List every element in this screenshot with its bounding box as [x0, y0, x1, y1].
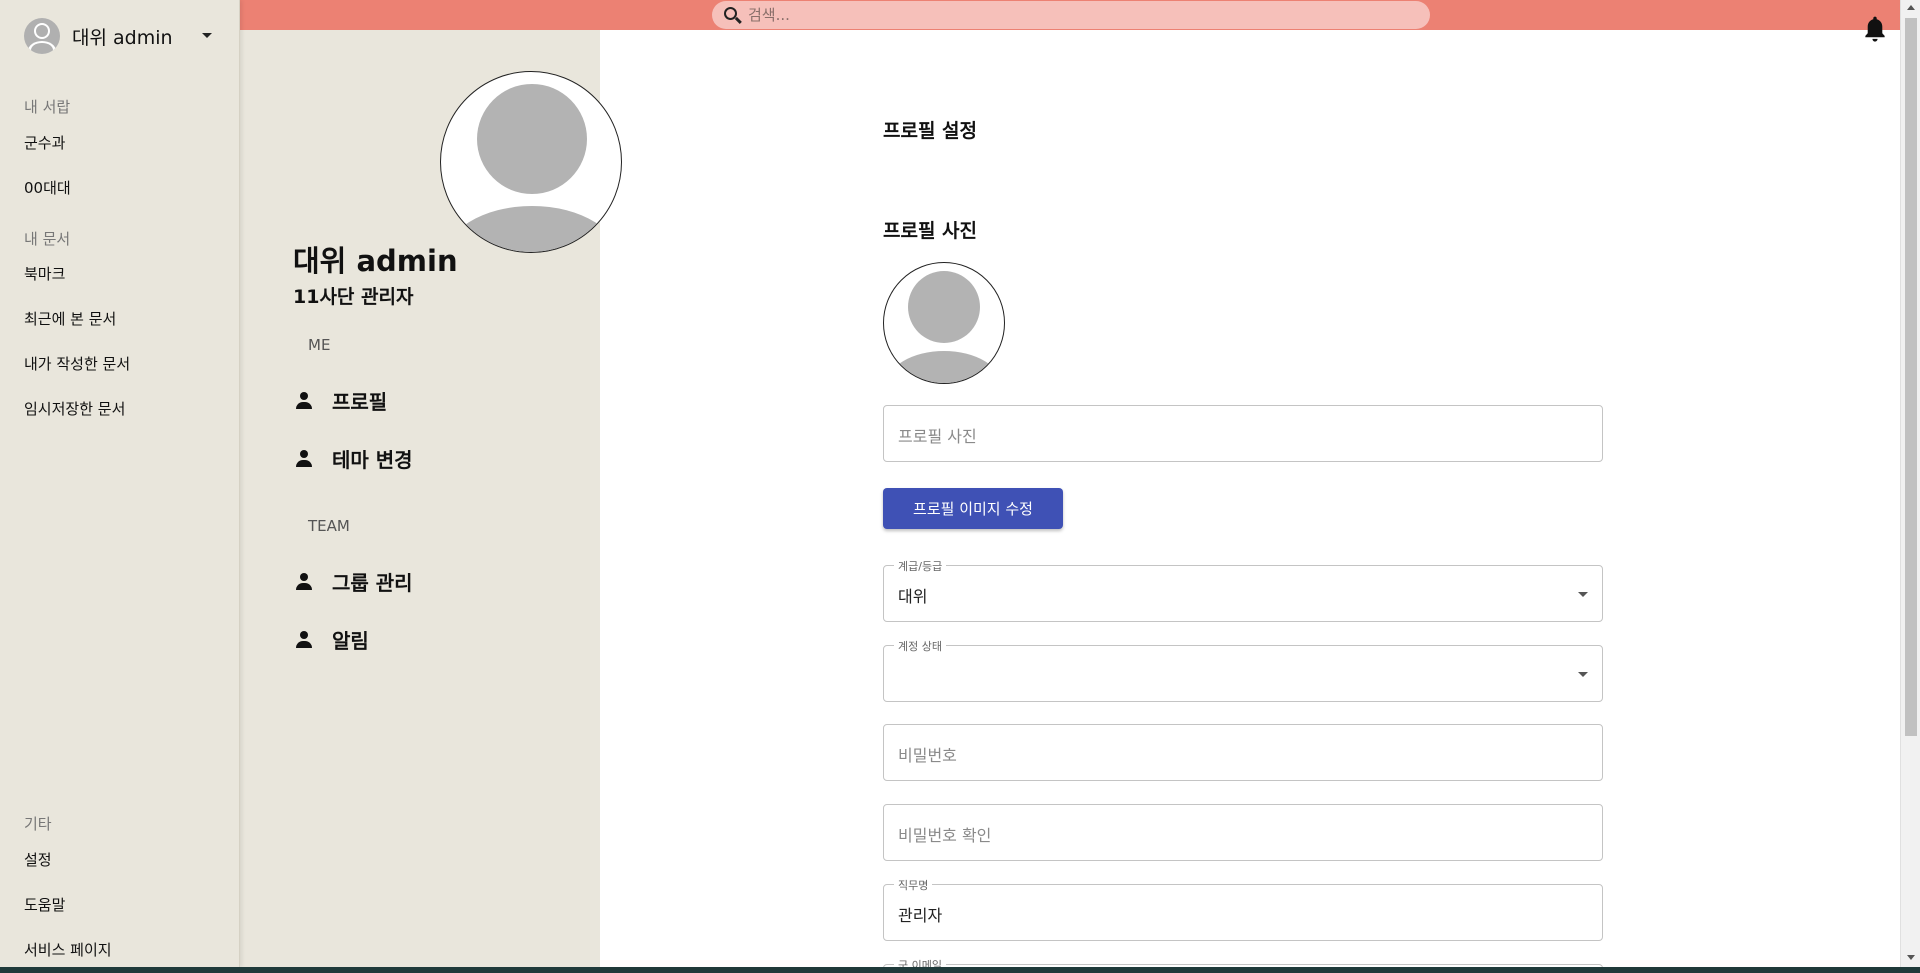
profile-name: 대위 admin: [293, 244, 458, 278]
military-email-label: 군 이메일: [894, 957, 946, 967]
sidebar-section-drawer: 내 서랍: [24, 98, 71, 116]
duty-label: 직무명: [894, 877, 933, 893]
scroll-up-icon[interactable]: [1907, 5, 1915, 10]
rank-label: 계급/등급: [894, 558, 947, 574]
rank-value: 대위: [898, 587, 928, 606]
user-menu-name: 대위 admin: [72, 26, 173, 49]
rank-select[interactable]: 계급/등급 대위: [883, 558, 1603, 622]
photo-preview: [883, 262, 1005, 384]
left-sidebar: 대위 admin 내 서랍 군수과 00대대 내 문서 북마크 최근에 본 문서…: [0, 0, 240, 967]
avatar-icon: [24, 18, 60, 54]
sidebar-item-authored[interactable]: 내가 작성한 문서: [24, 353, 130, 374]
military-email-field[interactable]: 군 이메일: [883, 957, 1603, 967]
menu-item-label: 프로필: [332, 389, 388, 414]
password-confirm-placeholder: 비밀번호 확인: [898, 826, 992, 845]
menu-item-group-management[interactable]: 그룹 관리: [295, 566, 413, 596]
menu-item-label: 테마 변경: [332, 447, 413, 472]
chevron-down-icon[interactable]: [202, 33, 212, 38]
person-icon: [295, 391, 313, 409]
bell-icon[interactable]: [1862, 15, 1888, 45]
sidebar-item-battalion[interactable]: 00대대: [24, 177, 71, 198]
dropdown-arrow-icon: [1578, 592, 1588, 597]
sidebar-section-documents: 내 문서: [24, 230, 71, 248]
photo-section-title: 프로필 사진: [883, 220, 978, 242]
sidebar-item-logistics[interactable]: 군수과: [24, 132, 65, 153]
sidebar-item-bookmarks[interactable]: 북마크: [24, 263, 65, 284]
menu-item-profile[interactable]: 프로필: [295, 385, 387, 415]
search-icon: [724, 7, 737, 20]
vertical-scrollbar[interactable]: [1900, 0, 1920, 967]
top-bar: [240, 0, 1900, 30]
scroll-down-icon[interactable]: [1907, 955, 1915, 960]
section-me: ME: [308, 336, 331, 354]
section-team: TEAM: [308, 517, 350, 535]
password-confirm-field[interactable]: 비밀번호 확인: [883, 804, 1603, 861]
profile-panel: 대위 admin 11사단 관리자 ME 프로필 테마 변경 TEAM 그룹 관…: [240, 30, 622, 967]
password-placeholder: 비밀번호: [898, 746, 957, 765]
account-status-select[interactable]: 계정 상태: [883, 638, 1603, 702]
password-field[interactable]: 비밀번호: [883, 724, 1603, 781]
search-input[interactable]: [748, 4, 1408, 26]
person-icon: [295, 449, 313, 467]
profile-photo-field[interactable]: 프로필 사진: [883, 405, 1603, 462]
account-status-label: 계정 상태: [894, 638, 946, 654]
menu-item-notifications[interactable]: 알림: [295, 624, 369, 654]
edit-profile-image-button[interactable]: 프로필 이미지 수정: [883, 488, 1063, 529]
menu-item-label: 그룹 관리: [332, 570, 413, 595]
scrollbar-thumb[interactable]: [1905, 18, 1917, 736]
sidebar-section-etc: 기타: [24, 815, 52, 833]
page-title: 프로필 설정: [883, 120, 978, 142]
sidebar-item-settings[interactable]: 설정: [24, 849, 52, 870]
profile-role: 11사단 관리자: [293, 286, 414, 308]
person-icon: [295, 630, 313, 648]
sidebar-item-help[interactable]: 도움말: [24, 894, 65, 915]
dropdown-arrow-icon: [1578, 672, 1588, 677]
search-bar: [712, 1, 1430, 29]
sidebar-item-service-page[interactable]: 서비스 페이지: [24, 939, 112, 960]
sidebar-item-drafts[interactable]: 임시저장한 문서: [24, 398, 125, 419]
sidebar-item-recent[interactable]: 최근에 본 문서: [24, 308, 116, 329]
profile-avatar: [440, 71, 622, 253]
profile-photo-placeholder: 프로필 사진: [898, 427, 977, 446]
duty-value: 관리자: [898, 906, 943, 925]
menu-item-label: 알림: [332, 628, 369, 653]
user-menu[interactable]: 대위 admin: [24, 16, 220, 56]
menu-item-theme[interactable]: 테마 변경: [295, 443, 413, 473]
app-window: 대위 admin 내 서랍 군수과 00대대 내 문서 북마크 최근에 본 문서…: [0, 0, 1920, 967]
person-icon: [295, 572, 313, 590]
profile-settings-form: 프로필 설정 프로필 사진 프로필 사진 프로필 이미지 수정 계급/등급 대위…: [600, 30, 1900, 967]
duty-field[interactable]: 직무명 관리자: [883, 877, 1603, 941]
